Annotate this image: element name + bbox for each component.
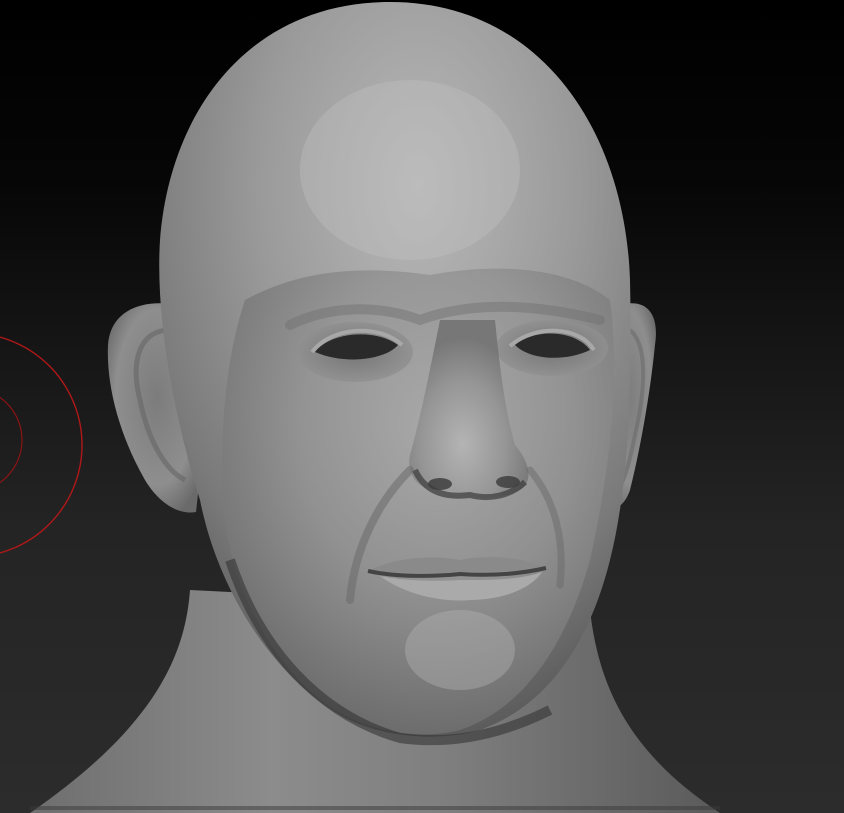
right-nostril xyxy=(496,476,520,488)
chin-highlight xyxy=(405,610,515,690)
forehead-highlight xyxy=(300,80,520,260)
sculpted-head-bust[interactable] xyxy=(0,0,844,813)
sculpt-viewport[interactable] xyxy=(0,0,844,813)
left-nostril xyxy=(428,478,452,490)
